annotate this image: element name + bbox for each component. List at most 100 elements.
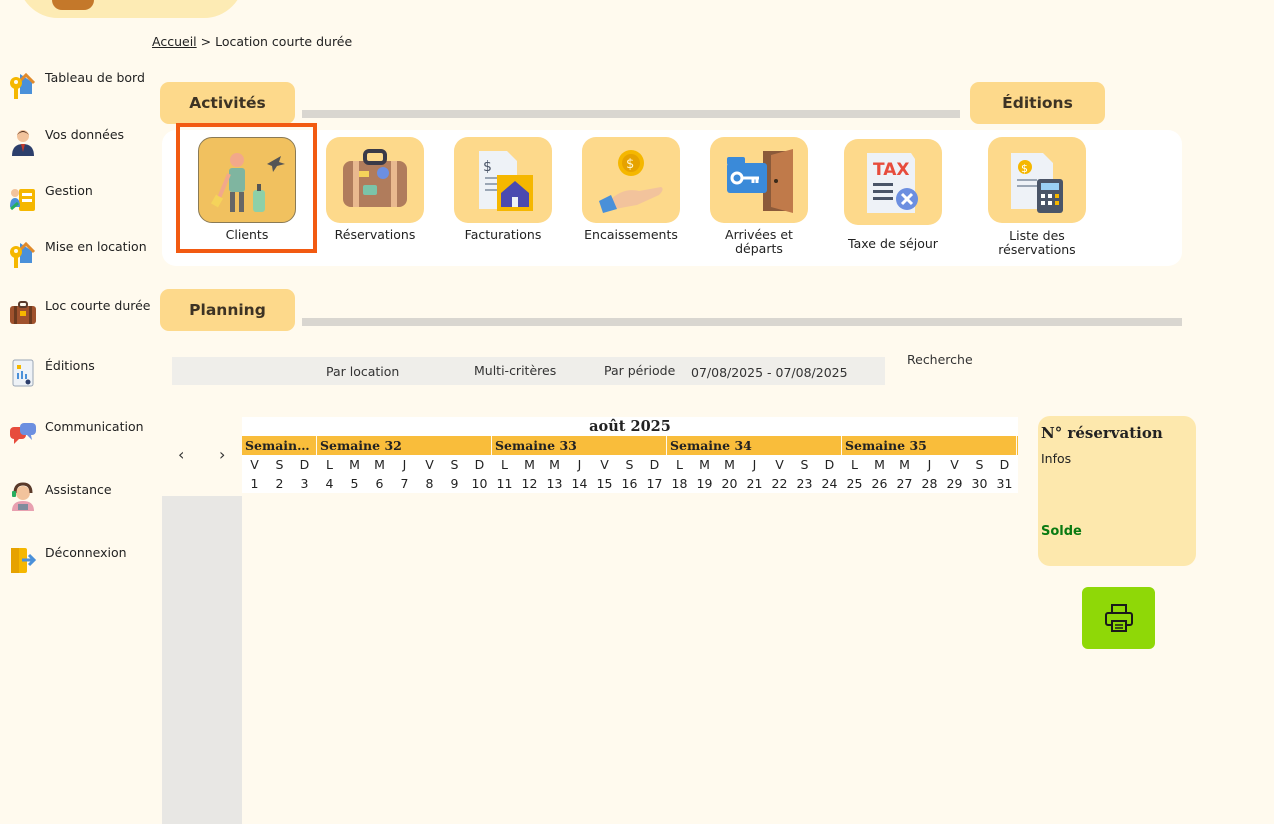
calendar-week-header: Semaine 31 xyxy=(242,436,317,455)
breadcrumb-home-link[interactable]: Accueil xyxy=(152,34,197,49)
activity-label: Taxe de séjour xyxy=(848,236,938,251)
section-tab-planning[interactable]: Planning xyxy=(160,289,295,331)
calendar-day[interactable]: 19 xyxy=(692,474,717,493)
invoice-house-icon: $ xyxy=(479,151,533,211)
next-week-button[interactable]: › xyxy=(219,445,225,464)
calendar-day[interactable]: 1 xyxy=(242,474,267,493)
calendar-weekday: V xyxy=(600,457,609,472)
calendar-day[interactable]: 23 xyxy=(792,474,817,493)
calendar-weekday: L xyxy=(326,457,333,472)
calendar-weekday: M xyxy=(899,457,910,472)
filter-par-location[interactable]: Par location xyxy=(326,364,399,379)
calendar-day[interactable]: 15 xyxy=(592,474,617,493)
calendar-day[interactable]: 12 xyxy=(517,474,542,493)
calendar-week-header: Semaine 33 xyxy=(492,436,667,455)
calendar-day[interactable]: 26 xyxy=(867,474,892,493)
sidebar-item-label: Vos données xyxy=(45,127,125,142)
calendar-day[interactable]: 6 xyxy=(367,474,392,493)
user-avatar-icon xyxy=(12,130,34,156)
chat-icon xyxy=(10,423,36,444)
calendar-day[interactable]: 5 xyxy=(342,474,367,493)
calendar-day[interactable]: 30 xyxy=(967,474,992,493)
calendar-day[interactable]: 11 xyxy=(492,474,517,493)
period-range-input[interactable]: 07/08/2025 - 07/08/2025 xyxy=(691,365,848,380)
calculator-document-icon: $ xyxy=(1011,153,1063,213)
activity-tile xyxy=(710,137,808,223)
activity-liste-reservations[interactable]: $ Liste des réservations xyxy=(978,137,1096,257)
calendar-weekday: V xyxy=(775,457,784,472)
search-button[interactable]: Recherche xyxy=(907,352,973,367)
sidebar-item-editions[interactable]: Éditions xyxy=(8,358,158,394)
calendar-day[interactable]: 27 xyxy=(892,474,917,493)
calendar-weekday: M xyxy=(724,457,735,472)
sidebar-item-vos-donnees[interactable]: Vos données xyxy=(8,127,158,163)
activity-taxe-de-sejour[interactable]: TAX Taxe de séjour xyxy=(834,139,952,251)
svg-text:$: $ xyxy=(483,159,492,175)
calendar-day[interactable]: 25 xyxy=(842,474,867,493)
sidebar-item-tableau-de-bord[interactable]: Tableau de bord xyxy=(8,70,158,106)
activity-label: Arrivées et départs xyxy=(725,227,793,256)
calendar-weekday: L xyxy=(676,457,683,472)
sidebar-item-loc-courte-duree[interactable]: Loc courte durée xyxy=(8,298,158,334)
calendar-day[interactable]: 24 xyxy=(817,474,842,493)
sidebar-item-label: Déconnexion xyxy=(45,545,127,560)
calendar-day[interactable]: 20 xyxy=(717,474,742,493)
prev-week-button[interactable]: ‹ xyxy=(178,445,184,464)
sidebar-item-deconnexion[interactable]: Déconnexion xyxy=(8,545,158,581)
filter-multi-criteres[interactable]: Multi-critères xyxy=(474,363,556,378)
activity-facturations[interactable]: $ Facturations xyxy=(444,137,562,242)
sidebar-item-label: Assistance xyxy=(45,482,112,497)
calendar-weekday: S xyxy=(625,457,634,472)
sidebar-item-assistance[interactable]: Assistance xyxy=(8,482,158,518)
calendar-weekday: V xyxy=(950,457,959,472)
sidebar-item-mise-en-location[interactable]: Mise en location xyxy=(8,239,158,275)
calendar-weekday: J xyxy=(402,457,407,472)
sidebar-item-communication[interactable]: Communication xyxy=(8,419,158,455)
calendar-day[interactable]: 2 xyxy=(267,474,292,493)
calendar-week-header: Semaine 35 xyxy=(842,436,1017,455)
calendar-weeks-row: Semaine 31Semaine 32Semaine 33Semaine 34… xyxy=(242,436,1018,455)
calendar-day[interactable]: 18 xyxy=(667,474,692,493)
logout-door-icon xyxy=(11,548,37,573)
section-tab-activites[interactable]: Activités xyxy=(160,82,295,124)
svg-text:TAX: TAX xyxy=(873,160,910,180)
selection-highlight xyxy=(176,123,317,253)
calendar-weekday: M xyxy=(874,457,885,472)
calendar-day[interactable]: 13 xyxy=(542,474,567,493)
calendar-day[interactable]: 21 xyxy=(742,474,767,493)
filter-par-periode[interactable]: Par période xyxy=(604,363,675,378)
report-icon xyxy=(12,359,34,387)
calendar-day[interactable]: 17 xyxy=(642,474,667,493)
activity-label: Réservations xyxy=(334,227,416,242)
activity-reservations[interactable]: Réservations xyxy=(316,137,434,242)
calendar-day[interactable]: 4 xyxy=(317,474,342,493)
calendar-day[interactable]: 9 xyxy=(442,474,467,493)
activity-label: Facturations xyxy=(464,227,542,242)
calendar-day[interactable]: 16 xyxy=(617,474,642,493)
calendar-day[interactable]: 7 xyxy=(392,474,417,493)
breadcrumb: Accueil > Location courte durée xyxy=(152,34,352,49)
logo xyxy=(18,0,244,18)
print-button[interactable] xyxy=(1082,587,1155,649)
calendar-day[interactable]: 29 xyxy=(942,474,967,493)
planning-filter-bar: Par location Multi-critères Par période … xyxy=(172,357,885,385)
calendar-day[interactable]: 28 xyxy=(917,474,942,493)
calendar-week-header: Semaine 32 xyxy=(317,436,492,455)
section-tab-editions[interactable]: Éditions xyxy=(970,82,1105,124)
sidebar-item-gestion[interactable]: Gestion xyxy=(8,183,158,219)
calendar-weekday: D xyxy=(999,457,1010,472)
calendar-day[interactable]: 10 xyxy=(467,474,492,493)
calendar-day[interactable]: 8 xyxy=(417,474,442,493)
activity-encaissements[interactable]: $ Encaissements xyxy=(572,137,690,242)
management-icon xyxy=(10,189,35,211)
logo-mark xyxy=(52,0,94,10)
calendar-day[interactable]: 31 xyxy=(992,474,1017,493)
calendar-day[interactable]: 14 xyxy=(567,474,592,493)
activity-tile: $ xyxy=(582,137,680,223)
calendar-weekday: M xyxy=(349,457,360,472)
calendar-day[interactable]: 3 xyxy=(292,474,317,493)
activity-arrivees-departs[interactable]: Arrivées et départs xyxy=(700,137,818,256)
activity-tile: $ xyxy=(454,137,552,223)
calendar-day[interactable]: 22 xyxy=(767,474,792,493)
coin-hand-icon: $ xyxy=(599,150,663,213)
